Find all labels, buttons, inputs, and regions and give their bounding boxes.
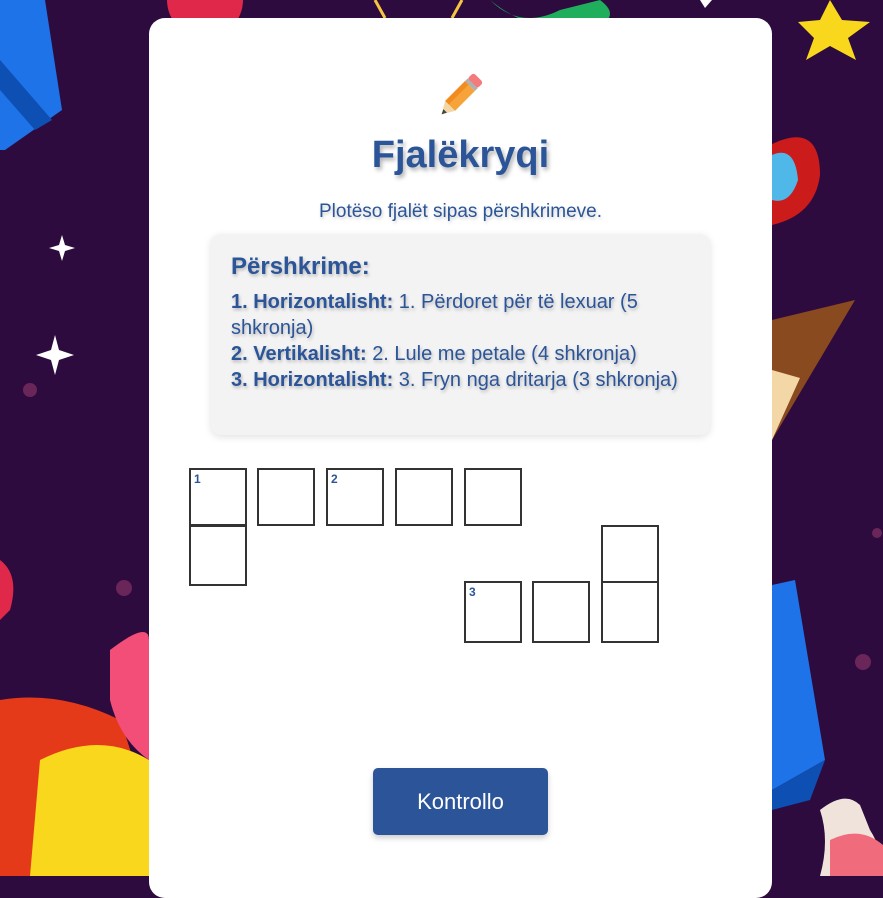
- crossword-cell[interactable]: [601, 581, 659, 643]
- crossword-cell[interactable]: 2: [326, 468, 384, 526]
- crossword-cell[interactable]: [464, 468, 522, 526]
- clue-list: 1. Horizontalisht: 1. Përdoret për të le…: [231, 289, 693, 393]
- clue-text: 2. Lule me petale (4 shkronja): [372, 343, 637, 365]
- cell-number: 1: [194, 472, 201, 486]
- clue-item: 3. Horizontalisht: 3. Fryn nga dritarja …: [231, 367, 693, 393]
- crossword-cell[interactable]: [601, 525, 659, 583]
- crossword-cell[interactable]: [189, 525, 247, 586]
- crossword-cell[interactable]: [532, 581, 590, 643]
- yellow-star-shape: [798, 0, 870, 60]
- page-title: Fjalëkryqi: [371, 134, 550, 176]
- crossword-cell[interactable]: [395, 468, 453, 526]
- clue-label: 1. Horizontalisht:: [231, 291, 394, 313]
- clue-item: 1. Horizontalisht: 1. Përdoret për të le…: [231, 289, 693, 341]
- crossword-card: Fjalëkryqi Plotëso fjalët sipas përshkri…: [149, 18, 772, 898]
- crossword-cell[interactable]: [257, 468, 315, 526]
- clues-panel: Përshkrime: 1. Horizontalisht: 1. Përdor…: [211, 234, 710, 435]
- clue-label: 3. Horizontalisht:: [231, 369, 394, 391]
- check-button[interactable]: Kontrollo: [373, 768, 548, 835]
- clue-item: 2. Vertikalisht: 2. Lule me petale (4 sh…: [231, 341, 693, 367]
- cell-number: 3: [469, 585, 476, 599]
- crossword-cell[interactable]: 1: [189, 468, 247, 526]
- clue-label: 2. Vertikalisht:: [231, 343, 367, 365]
- instructions-text: Plotëso fjalët sipas përshkrimeve.: [318, 201, 602, 222]
- crossword-cell[interactable]: 3: [464, 581, 522, 643]
- cell-number: 2: [331, 472, 338, 486]
- clues-heading: Përshkrime:: [231, 253, 370, 280]
- pencil-icon: [441, 73, 483, 115]
- clue-text: 3. Fryn nga dritarja (3 shkronja): [398, 369, 678, 391]
